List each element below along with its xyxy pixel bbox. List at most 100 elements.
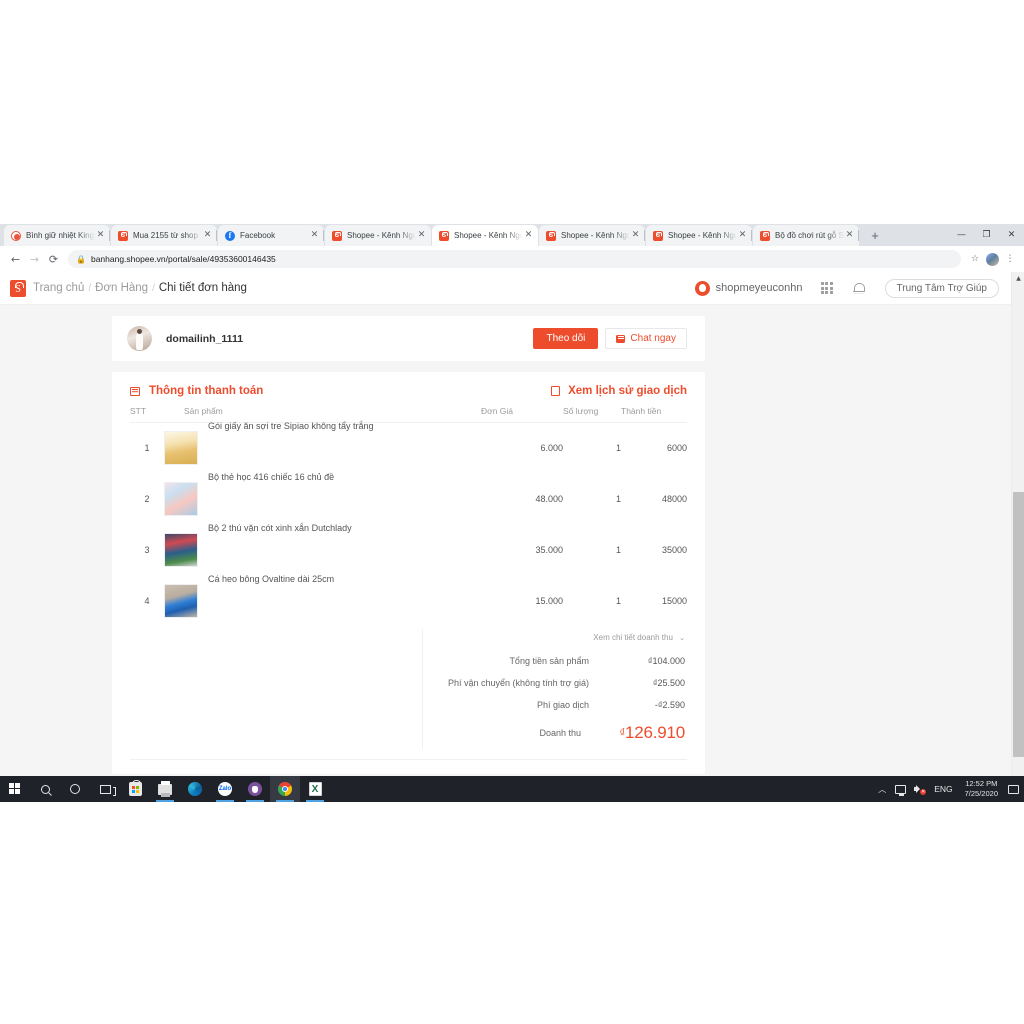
chrome-menu-icon[interactable]: ⋮ <box>1002 250 1018 268</box>
table-header-row: STT Sản phẩm Đơn Giá Số lượng Thành tiền <box>130 406 687 423</box>
viber-app-button[interactable] <box>240 776 270 802</box>
browser-tab[interactable]: Bộ đồ chơi rút gỗ S ✕ <box>753 225 859 246</box>
browser-tab-strip: Bình giữ nhiệt King ✕ Mua 2155 từ shop ✕… <box>0 224 1024 246</box>
minimize-button[interactable]: — <box>949 224 974 246</box>
printer-app-button[interactable] <box>150 776 180 802</box>
excel-app-button[interactable] <box>300 776 330 802</box>
search-button[interactable] <box>30 776 60 802</box>
task-view-button[interactable] <box>90 776 120 802</box>
chat-now-button[interactable]: Chat ngay <box>605 328 687 349</box>
row-index: 4 <box>144 596 150 606</box>
shop-avatar[interactable] <box>694 280 710 296</box>
browser-toolbar: ← → ⟳ 🔒 banhang.shopee.vn/portal/sale/49… <box>0 246 1024 272</box>
product-thumbnail[interactable] <box>164 431 198 466</box>
browser-tab[interactable]: Mua 2155 từ shop ✕ <box>111 225 217 246</box>
browser-tab[interactable]: Shopee - Kênh Ngư ✕ <box>539 225 645 246</box>
forward-button[interactable]: → <box>25 250 44 269</box>
browser-tab-active[interactable]: Shopee - Kênh Ngư ✕ <box>432 225 538 246</box>
table-row[interactable]: 1 Gói giấy ăn sợi tre Sipiao không tẩy t… <box>130 421 687 474</box>
summary-value: ₫104.000 <box>647 655 685 666</box>
col-product: Sản phẩm <box>164 406 481 423</box>
address-bar[interactable]: 🔒 banhang.shopee.vn/portal/sale/49353600… <box>68 250 961 268</box>
profile-avatar[interactable] <box>986 252 999 266</box>
close-window-button[interactable]: ✕ <box>999 224 1024 246</box>
table-row[interactable]: 4 Cá heo bông Ovaltine dài 25cm 15.000 1… <box>130 574 687 627</box>
row-index: 3 <box>144 545 150 555</box>
transaction-history-link[interactable]: Xem lịch sử giao dịch <box>551 385 687 397</box>
breadcrumb-current: Chi tiết đơn hàng <box>158 282 247 294</box>
summary-label: Phí vận chuyển (không tính trợ giá) <box>448 677 589 688</box>
breadcrumb-separator: / <box>88 282 92 294</box>
product-thumbnail[interactable] <box>164 533 198 567</box>
google-chrome-button[interactable] <box>270 776 300 802</box>
browser-tab[interactable]: Shopee - Kênh Ngư ✕ <box>646 225 752 246</box>
table-row[interactable]: 3 Bộ 2 thú vặn cót xinh xắn Dutchlady 35… <box>130 523 687 576</box>
back-button[interactable]: ← <box>6 250 25 269</box>
page-scrollbar[interactable]: ▲ ▼ <box>1011 272 1024 802</box>
total-revenue-label: Doanh thu <box>539 727 581 738</box>
breadcrumb-home[interactable]: Trang chủ <box>33 282 84 294</box>
close-icon[interactable]: ✕ <box>95 230 106 241</box>
microsoft-edge-button[interactable] <box>180 776 210 802</box>
cortana-button[interactable] <box>60 776 90 802</box>
product-thumbnail[interactable] <box>164 584 198 618</box>
apps-grid-icon[interactable] <box>820 282 833 294</box>
browser-tab[interactable]: Shopee - Kênh Ngư ✕ <box>325 225 431 246</box>
start-button[interactable] <box>0 776 30 802</box>
unit-price: 15.000 <box>535 596 563 606</box>
transaction-history-label: Xem lịch sử giao dịch <box>568 385 687 397</box>
browser-tab[interactable]: f Facebook ✕ <box>218 225 324 246</box>
windows-logo-icon <box>9 783 21 795</box>
bookmark-star-icon[interactable]: ☆ <box>967 250 983 268</box>
table-row[interactable]: 2 Bộ thẻ học 416 chiếc 16 chủ đề 48.000 … <box>130 472 687 525</box>
zalo-app-button[interactable]: Zalo <box>210 776 240 802</box>
tab-title: Shopee - Kênh Ngư <box>668 230 737 240</box>
follow-button[interactable]: Theo dõi <box>533 328 599 349</box>
language-indicator[interactable]: ENG <box>934 784 952 794</box>
payment-icon <box>130 386 140 396</box>
show-hidden-icons-chevron[interactable]: ︿ <box>878 784 886 795</box>
scroll-up-arrow[interactable]: ▲ <box>1012 272 1024 285</box>
volume-muted-icon[interactable]: ✕ <box>914 784 927 795</box>
chevron-down-icon: ⌄ <box>679 633 685 642</box>
browser-tab[interactable]: Bình giữ nhiệt King ✕ <box>4 225 110 246</box>
chat-bubble-icon <box>616 334 626 343</box>
order-detail-content: domailinh_1111 Theo dõi Chat ngay Thông … <box>112 305 705 800</box>
close-icon[interactable]: ✕ <box>416 230 427 241</box>
close-icon[interactable]: ✕ <box>309 230 320 241</box>
close-icon[interactable]: ✕ <box>630 230 641 241</box>
shopee-logo-icon[interactable] <box>10 279 26 297</box>
edge-icon <box>188 782 202 796</box>
shopee-icon <box>546 230 556 241</box>
seller-card: domailinh_1111 Theo dõi Chat ngay <box>112 316 705 361</box>
close-icon[interactable]: ✕ <box>523 230 534 241</box>
clock[interactable]: 12:52 PM 7/25/2020 <box>965 779 998 799</box>
seller-actions: Theo dõi Chat ngay <box>533 328 687 349</box>
amount: 35000 <box>661 545 687 555</box>
close-icon[interactable]: ✕ <box>844 230 855 241</box>
shop-name-label[interactable]: shopmeyeuconhn <box>716 282 803 294</box>
action-center-icon[interactable] <box>1008 784 1019 794</box>
product-thumbnail[interactable] <box>164 482 198 516</box>
maximize-button[interactable]: ❐ <box>974 224 999 246</box>
breadcrumb-orders[interactable]: Đơn Hàng <box>95 282 148 294</box>
microsoft-store-button[interactable] <box>120 776 150 802</box>
quantity: 1 <box>615 494 621 504</box>
network-monitor-icon[interactable] <box>895 784 907 796</box>
avatar[interactable] <box>127 326 152 351</box>
close-icon[interactable]: ✕ <box>202 230 213 241</box>
new-tab-button[interactable]: + <box>865 226 885 246</box>
help-center-button[interactable]: Trung Tâm Trợ Giúp <box>884 278 999 298</box>
revenue-detail-toggle[interactable]: Xem chi tiết doanh thu ⌄ <box>423 629 687 650</box>
close-icon[interactable]: ✕ <box>737 230 748 241</box>
quantity: 1 <box>615 596 621 606</box>
mute-badge: ✕ <box>920 789 927 795</box>
scrollbar-thumb[interactable] <box>1013 492 1024 757</box>
reload-button[interactable]: ⟳ <box>44 250 63 269</box>
history-icon <box>551 386 561 396</box>
clock-date: 7/25/2020 <box>964 789 998 798</box>
url-text: banhang.shopee.vn/portal/sale/4935360014… <box>90 254 276 264</box>
running-underline <box>276 800 294 802</box>
tab-title: Shopee - Kênh Ngư <box>454 230 523 240</box>
notification-bell-icon[interactable] <box>853 282 866 295</box>
